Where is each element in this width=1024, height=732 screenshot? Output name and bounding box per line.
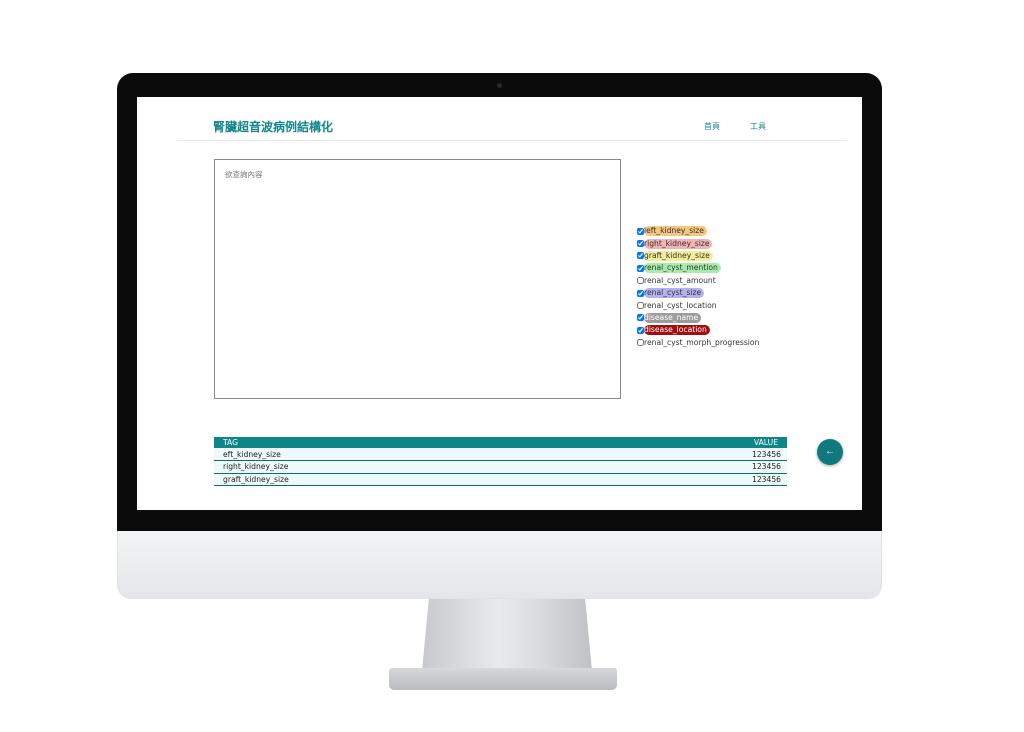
cell-tag: eft_kidney_size xyxy=(214,448,585,461)
tag-option[interactable]: renal_cyst_morph_progression xyxy=(637,337,762,349)
back-button[interactable]: ← xyxy=(817,439,843,465)
tag-checkbox[interactable] xyxy=(637,252,644,260)
tag-label: right_kidney_size xyxy=(644,238,713,249)
tag-checkbox[interactable] xyxy=(637,326,644,334)
tag-label: graft_kidney_size xyxy=(644,250,713,261)
column-header-value: VALUE xyxy=(584,437,787,448)
tag-option[interactable]: renal_cyst_size xyxy=(637,287,762,299)
top-navbar: 腎臟超音波病例結構化 首頁 工具 xyxy=(177,97,847,141)
tag-option[interactable]: disease_name xyxy=(637,312,762,324)
tag-checkbox[interactable] xyxy=(637,277,644,285)
screen: 腎臟超音波病例結構化 首頁 工具 left_kidney_sizeright_k… xyxy=(137,97,862,510)
tag-label: renal_cyst_mention xyxy=(644,263,721,274)
result-table: TAG VALUE eft_kidney_size 123456 right_kid… xyxy=(214,437,787,486)
tag-checkbox[interactable] xyxy=(637,289,644,297)
cell-value: 123456 xyxy=(584,460,787,474)
query-textarea[interactable] xyxy=(214,159,621,399)
cell-value: 123456 xyxy=(584,473,787,486)
tag-option[interactable]: left_kidney_size xyxy=(637,225,762,237)
tag-option[interactable]: graft_kidney_size xyxy=(637,250,762,262)
tag-checkbox[interactable] xyxy=(637,339,644,347)
tag-option[interactable]: disease_location xyxy=(637,324,762,336)
tag-label: left_kidney_size xyxy=(644,226,707,237)
table-header-row: TAG VALUE xyxy=(214,437,787,448)
tag-label: renal_cyst_size xyxy=(644,288,705,299)
tag-label: disease_name xyxy=(644,312,702,323)
app-title[interactable]: 腎臟超音波病例結構化 xyxy=(213,118,333,135)
tag-label: disease_location xyxy=(644,325,710,336)
tag-checkbox[interactable] xyxy=(637,240,644,248)
monitor-stand-base xyxy=(389,668,617,690)
cell-tag: graft_kidney_size xyxy=(214,473,585,486)
tag-checkbox[interactable] xyxy=(637,314,644,322)
arrow-left-icon: ← xyxy=(825,446,835,457)
monitor-stand-neck xyxy=(422,599,592,671)
column-header-tag: TAG xyxy=(214,437,585,448)
monitor-chin xyxy=(117,531,882,599)
camera-dot xyxy=(497,83,502,88)
table-body: eft_kidney_size 123456 right_kidney_size 12… xyxy=(214,448,787,486)
tag-label: renal_cyst_morph_progression xyxy=(644,337,760,347)
cell-value: 123456 xyxy=(584,448,787,461)
nav-home-link[interactable]: 首頁 xyxy=(704,121,720,132)
tag-label: renal_cyst_amount xyxy=(644,275,716,285)
tag-checkbox[interactable] xyxy=(637,302,644,310)
table-row: graft_kidney_size 123456 xyxy=(214,473,787,486)
table-row: eft_kidney_size 123456 xyxy=(214,448,787,461)
tag-option[interactable]: right_kidney_size xyxy=(637,237,762,249)
tag-checkbox[interactable] xyxy=(637,227,644,235)
tag-option[interactable]: renal_cyst_location xyxy=(637,299,762,311)
tag-option[interactable]: renal_cyst_amount xyxy=(637,275,762,287)
table-row: right_kidney_size 123456 xyxy=(214,460,787,474)
tag-checkbox-list: left_kidney_size right_kidney_size graft_k… xyxy=(637,225,762,349)
tag-option[interactable]: renal_cyst_mention xyxy=(637,262,762,274)
tag-label: renal_cyst_location xyxy=(644,300,717,310)
cell-tag: right_kidney_size xyxy=(214,460,585,474)
tag-checkbox[interactable] xyxy=(637,264,644,272)
nav-tools-link[interactable]: 工具 xyxy=(750,121,766,132)
